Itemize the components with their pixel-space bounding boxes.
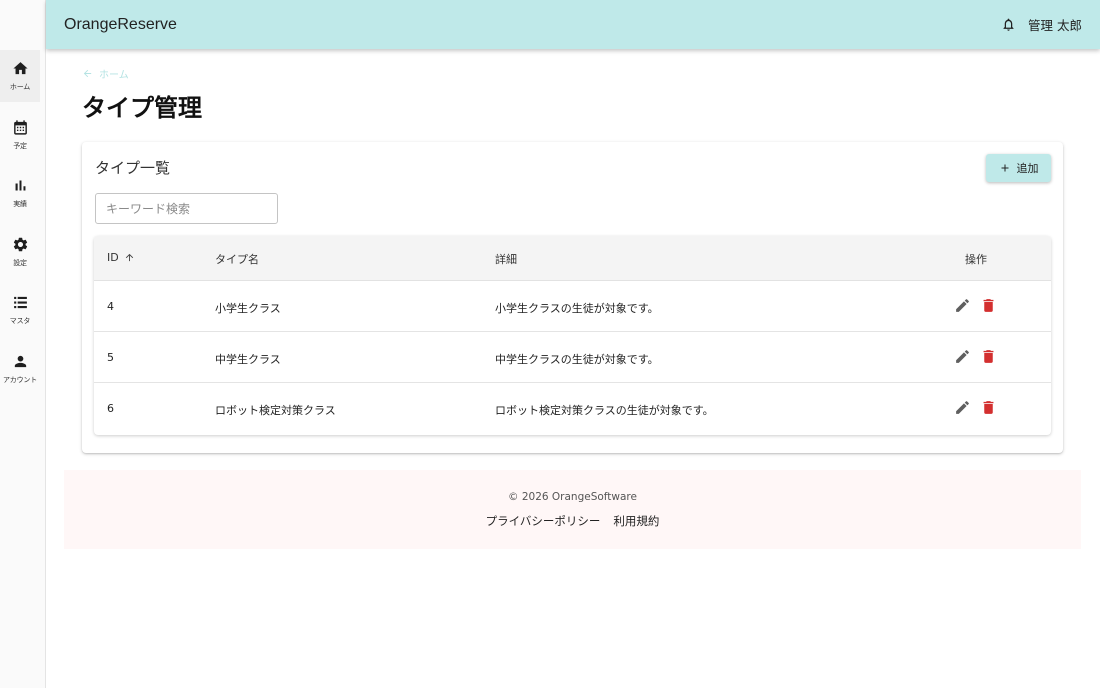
sidebar-item-label: マスタ — [9, 317, 31, 325]
table-row: 4 小学生クラス 小学生クラスの生徒が対象です。 — [94, 281, 1051, 332]
row-actions — [954, 399, 997, 416]
cell-id: 5 — [107, 351, 114, 364]
cell-detail: 中学生クラスの生徒が対象です。 — [495, 353, 659, 366]
cell-name: ロボット検定対策クラス — [215, 404, 336, 417]
table-header: ID タイプ名 詳細 操作 — [94, 236, 1051, 281]
cell-id: 4 — [107, 300, 114, 313]
row-actions — [954, 348, 997, 365]
breadcrumb[interactable]: ホーム — [82, 66, 129, 81]
calendar-icon — [13, 120, 27, 135]
page-title: タイプ管理 — [82, 94, 202, 122]
sidebar-item-label: アカウント — [3, 376, 37, 384]
row-actions — [954, 297, 997, 314]
cell-detail: 小学生クラスの生徒が対象です。 — [495, 302, 659, 315]
bell-icon — [1003, 18, 1014, 31]
pencil-icon — [956, 299, 969, 312]
sidebar-item-settings[interactable]: 設定 — [0, 226, 40, 278]
footer: © 2026 OrangeSoftware プライバシーポリシー 利用規約 — [64, 470, 1081, 549]
sidebar-item-label: 設定 — [13, 259, 27, 267]
gear-icon — [13, 237, 27, 252]
header-name[interactable]: タイプ名 — [215, 251, 259, 267]
app-bar: OrangeReserve 管理 太郎 — [46, 0, 1100, 49]
user-menu[interactable]: 管理 太郎 — [1028, 15, 1082, 34]
delete-button[interactable] — [980, 348, 997, 365]
breadcrumb-home-link[interactable]: ホーム — [99, 66, 129, 81]
copyright-text: © 2026 OrangeSoftware — [508, 491, 637, 503]
cell-name: 小学生クラス — [215, 302, 281, 315]
type-list-card: タイプ一覧 追加 ID タイプ名 詳細 操作 4 小学生クラス 小学生クラスの生… — [82, 142, 1063, 453]
edit-button[interactable] — [954, 297, 971, 314]
sidebar-item-schedule[interactable]: 予定 — [0, 109, 40, 161]
delete-button[interactable] — [980, 297, 997, 314]
add-button-label: 追加 — [1016, 162, 1039, 175]
card-title: タイプ一覧 — [95, 159, 171, 177]
arrow-up-icon — [125, 253, 133, 262]
notification-button[interactable] — [1001, 17, 1016, 32]
footer-links: プライバシーポリシー 利用規約 — [64, 513, 1081, 529]
trash-icon — [983, 299, 994, 312]
search-input[interactable] — [95, 193, 278, 224]
trash-icon — [983, 350, 994, 363]
bar-chart-icon — [15, 180, 25, 191]
header-actions: 操作 — [965, 253, 987, 266]
cell-id: 6 — [107, 402, 114, 415]
delete-button[interactable] — [980, 399, 997, 416]
cell-name: 中学生クラス — [215, 353, 281, 366]
pencil-icon — [956, 401, 969, 414]
list-icon — [13, 296, 27, 309]
trash-icon — [983, 401, 994, 414]
home-icon — [12, 62, 28, 75]
type-table: ID タイプ名 詳細 操作 4 小学生クラス 小学生クラスの生徒が対象です。 5… — [94, 236, 1051, 435]
plus-icon — [1001, 164, 1008, 172]
sidebar-item-label: ホーム — [9, 83, 31, 91]
sidebar: ホーム 予定 実績 設定 マスタ アカウント — [0, 0, 46, 688]
sidebar-item-home[interactable]: ホーム — [0, 50, 40, 102]
edit-button[interactable] — [954, 348, 971, 365]
edit-button[interactable] — [954, 399, 971, 416]
sidebar-item-account[interactable]: アカウント — [0, 343, 40, 395]
appbar-right: 管理 太郎 — [1001, 15, 1082, 34]
person-icon — [14, 355, 26, 368]
terms-link[interactable]: 利用規約 — [613, 513, 659, 529]
sidebar-item-label: 予定 — [13, 142, 27, 150]
app-title[interactable]: OrangeReserve — [64, 16, 177, 34]
table-row: 5 中学生クラス 中学生クラスの生徒が対象です。 — [94, 332, 1051, 383]
privacy-policy-link[interactable]: プライバシーポリシー — [486, 513, 601, 529]
add-button[interactable]: 追加 — [986, 154, 1051, 182]
header-id[interactable]: ID — [107, 251, 135, 264]
arrow-left-icon — [83, 69, 92, 78]
sidebar-item-label: 実績 — [13, 200, 27, 208]
header-id-label: ID — [107, 251, 119, 264]
sidebar-item-master[interactable]: マスタ — [0, 284, 40, 336]
cell-detail: ロボット検定対策クラスの生徒が対象です。 — [495, 404, 714, 417]
header-detail[interactable]: 詳細 — [495, 251, 517, 267]
table-row: 6 ロボット検定対策クラス ロボット検定対策クラスの生徒が対象です。 — [94, 383, 1051, 434]
sidebar-item-results[interactable]: 実績 — [0, 167, 40, 219]
pencil-icon — [956, 350, 969, 363]
